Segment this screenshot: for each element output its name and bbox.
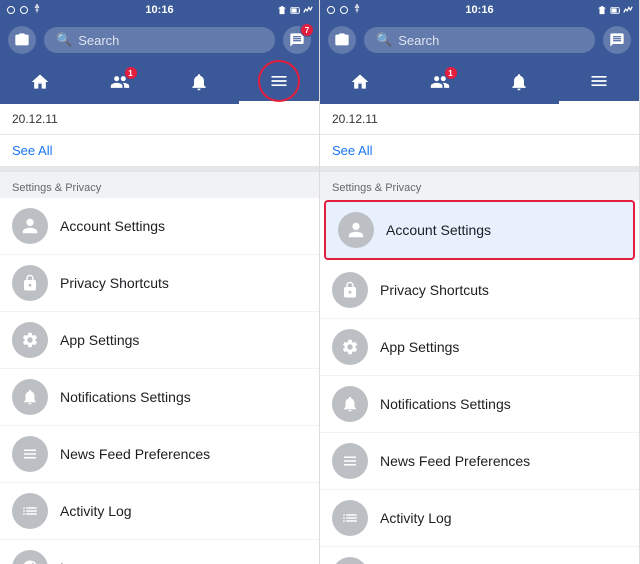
nav-badge: 1: [124, 66, 138, 80]
menu-item-icon-account: [12, 208, 48, 244]
see-all-link[interactable]: See All: [0, 135, 319, 172]
search-input[interactable]: 🔍 Search: [44, 27, 275, 53]
menu-item-icon-globe: [332, 557, 368, 564]
menu-item-privacy-shortcuts[interactable]: Privacy Shortcuts: [0, 255, 319, 312]
menu-item-app-settings[interactable]: App Settings: [320, 319, 639, 376]
menu-item-icon-lock: [332, 272, 368, 308]
nav-badge: 1: [444, 66, 458, 80]
nav-tab-notifications[interactable]: [480, 60, 560, 104]
search-placeholder: Search: [398, 33, 439, 48]
menu-item-label: Notifications Settings: [60, 389, 191, 405]
menu-item-label: Language: [60, 560, 122, 564]
panel-left: 10:16 🔍 Search 7 1 20.12.11See AllSetting…: [0, 0, 320, 564]
menu-item-label: News Feed Preferences: [380, 453, 530, 469]
content-area: 20.12.11See AllSettings & Privacy Accoun…: [320, 104, 639, 564]
status-time: 10:16: [465, 4, 493, 16]
menu-item-account-settings[interactable]: Account Settings: [324, 200, 635, 260]
menu-item-icon-lock: [12, 265, 48, 301]
nav-tab-menu[interactable]: [239, 60, 319, 104]
menu-item-label: Privacy Shortcuts: [60, 275, 169, 291]
section-header: Settings & Privacy: [0, 172, 319, 198]
nav-tabs: 1: [0, 60, 319, 104]
menu-item-icon-globe: [12, 550, 48, 564]
menu-item-account-settings[interactable]: Account Settings: [0, 198, 319, 255]
content-area: 20.12.11See AllSettings & Privacy Accoun…: [0, 104, 319, 564]
menu-item-icon-list: [332, 500, 368, 536]
nav-tab-notifications[interactable]: [160, 60, 240, 104]
nav-tab-menu[interactable]: [559, 60, 639, 104]
search-input[interactable]: 🔍 Search: [364, 27, 595, 53]
search-mag-icon: 🔍: [56, 32, 72, 48]
menu-item-label: Privacy Shortcuts: [380, 282, 489, 298]
menu-item-label: Account Settings: [386, 222, 491, 238]
menu-item-label: News Feed Preferences: [60, 446, 210, 462]
menu-items-list: Account Settings Privacy Shortcuts App S…: [0, 198, 319, 564]
menu-item-news-feed-preferences[interactable]: News Feed Preferences: [320, 433, 639, 490]
menu-item-icon-list: [12, 493, 48, 529]
section-header: Settings & Privacy: [320, 172, 639, 198]
nav-tab-home[interactable]: [320, 60, 400, 104]
camera-button[interactable]: [8, 26, 36, 54]
menu-item-icon-gear: [332, 329, 368, 365]
menu-item-label: Account Settings: [60, 218, 165, 234]
nav-tab-friends[interactable]: 1: [80, 60, 160, 104]
status-bar: 10:16: [320, 0, 639, 20]
status-bar: 10:16: [0, 0, 319, 20]
date-row: 20.12.11: [0, 104, 319, 135]
menu-item-icon-feed: [332, 443, 368, 479]
menu-item-notifications-settings[interactable]: Notifications Settings: [0, 369, 319, 426]
menu-item-activity-log[interactable]: Activity Log: [0, 483, 319, 540]
menu-item-label: App Settings: [380, 339, 459, 355]
menu-item-label: Activity Log: [60, 503, 132, 519]
menu-item-news-feed-preferences[interactable]: News Feed Preferences: [0, 426, 319, 483]
nav-tab-friends[interactable]: 1: [400, 60, 480, 104]
menu-item-notifications-settings[interactable]: Notifications Settings: [320, 376, 639, 433]
nav-tabs: 1: [320, 60, 639, 104]
menu-item-icon-bell2: [332, 386, 368, 422]
status-bar-right: [277, 5, 313, 15]
menu-item-icon-feed: [12, 436, 48, 472]
search-bar: 🔍 Search 7: [0, 20, 319, 60]
menu-item-language[interactable]: Language: [0, 540, 319, 564]
menu-item-label: Activity Log: [380, 510, 452, 526]
menu-item-icon-account: [338, 212, 374, 248]
messenger-button[interactable]: 7: [283, 26, 311, 54]
messenger-button[interactable]: [603, 26, 631, 54]
menu-item-app-settings[interactable]: App Settings: [0, 312, 319, 369]
nav-tab-home[interactable]: [0, 60, 80, 104]
status-bar-left: [6, 4, 42, 16]
menu-item-label: Notifications Settings: [380, 396, 511, 412]
messenger-badge: 7: [300, 23, 314, 37]
menu-item-label: App Settings: [60, 332, 139, 348]
date-row: 20.12.11: [320, 104, 639, 135]
status-bar-right: [597, 5, 633, 15]
menu-item-privacy-shortcuts[interactable]: Privacy Shortcuts: [320, 262, 639, 319]
panel-right: 10:16 🔍 Search 1 20.12.11See AllSettings …: [320, 0, 640, 564]
menu-items-list: Account Settings Privacy Shortcuts App S…: [320, 200, 639, 564]
menu-item-icon-gear: [12, 322, 48, 358]
menu-item-icon-bell2: [12, 379, 48, 415]
search-placeholder: Search: [78, 33, 119, 48]
camera-button[interactable]: [328, 26, 356, 54]
menu-item-activity-log[interactable]: Activity Log: [320, 490, 639, 547]
see-all-link[interactable]: See All: [320, 135, 639, 172]
status-bar-left: [326, 4, 362, 16]
search-mag-icon: 🔍: [376, 32, 392, 48]
menu-item-language[interactable]: Language: [320, 547, 639, 564]
status-time: 10:16: [145, 4, 173, 16]
search-bar: 🔍 Search: [320, 20, 639, 60]
